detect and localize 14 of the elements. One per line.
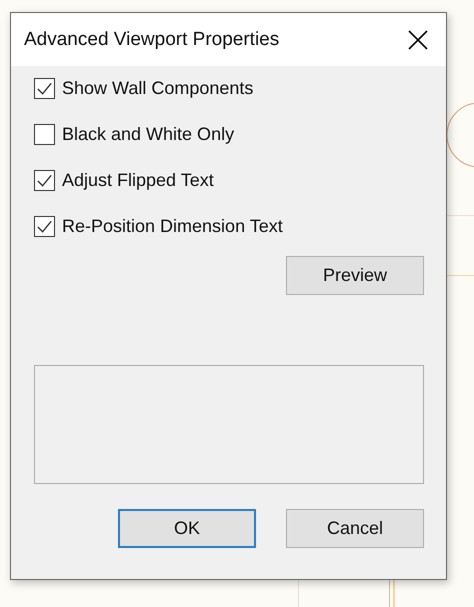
checkbox[interactable] (34, 124, 55, 145)
window-title: Advanced Viewport Properties (24, 28, 280, 50)
checkbox[interactable] (34, 216, 55, 237)
checkbox-option[interactable]: Re-Position Dimension Text (34, 215, 424, 238)
preview-button[interactable]: Preview (286, 256, 424, 295)
cancel-button[interactable]: Cancel (286, 509, 424, 548)
checkbox-option[interactable]: Show Wall Components (34, 77, 424, 100)
checkbox-option[interactable]: Black and White Only (34, 123, 424, 146)
close-icon[interactable] (408, 30, 428, 50)
ok-button[interactable]: OK (118, 509, 256, 548)
checkbox[interactable] (34, 78, 55, 99)
circle-drawing (446, 102, 474, 168)
checkbox[interactable] (34, 170, 55, 191)
checkbox-option[interactable]: Adjust Flipped Text (34, 169, 424, 192)
